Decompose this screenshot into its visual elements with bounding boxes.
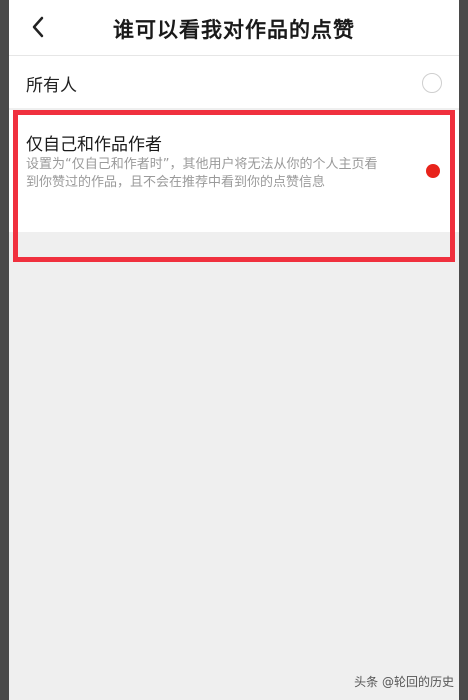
radio-unselected-icon[interactable]: [422, 73, 442, 93]
page-title: 谁可以看我对作品的点赞: [113, 18, 355, 42]
radio-selected-icon[interactable]: [426, 164, 440, 178]
watermark: 头条 @轮回的历史: [354, 675, 454, 689]
header-bar: 谁可以看我对作品的点赞: [9, 0, 459, 56]
option-self-description: 设置为“仅自己和作者时”，其他用户将无法从你的个人主页看到你赞过的作品，且不会在…: [26, 157, 378, 190]
option-everyone-label: 所有人: [26, 76, 77, 96]
right-edge: [459, 0, 468, 700]
option-everyone[interactable]: 所有人: [9, 56, 459, 108]
option-self-label: 仅自己和作品作者: [26, 135, 162, 155]
option-self-and-author[interactable]: 仅自己和作品作者 设置为“仅自己和作者时”，其他用户将无法从你的个人主页看到你赞…: [9, 110, 459, 232]
app-screen: 谁可以看我对作品的点赞 所有人 仅自己和作品作者 设置为“仅自己和作者时”，其他…: [0, 0, 468, 700]
left-edge: [0, 0, 9, 700]
